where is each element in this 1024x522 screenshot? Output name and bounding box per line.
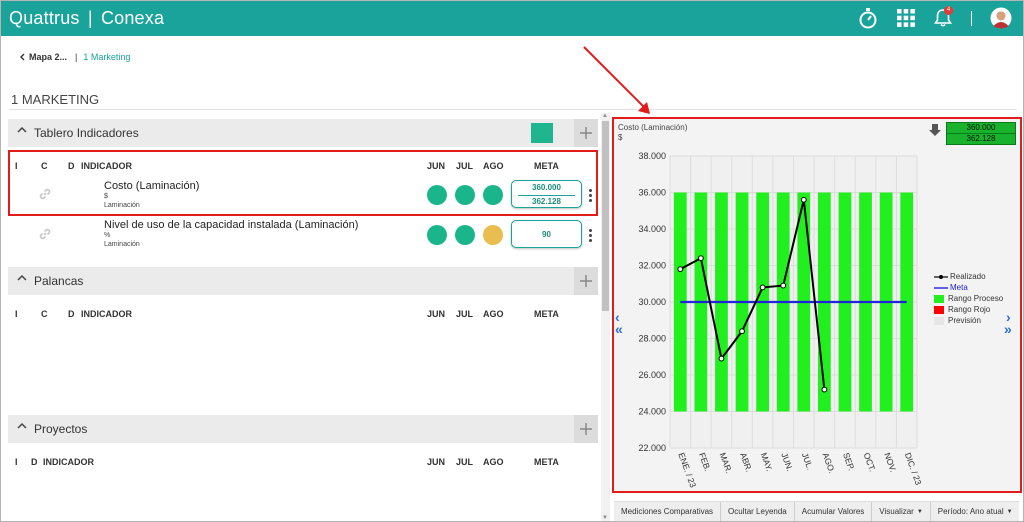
caret-down-icon: ▼ xyxy=(916,508,923,515)
brand-product: Conexa xyxy=(100,8,165,28)
accumulate-values-button[interactable]: Acumular Valores xyxy=(795,502,873,521)
indicator-name[interactable]: Nivel de uso de la capacidad instalada (… xyxy=(104,219,358,231)
status-dot-jul[interactable] xyxy=(455,225,475,245)
title-divider xyxy=(9,109,1017,110)
breadcrumb-separator: | xyxy=(75,52,78,62)
scroll-down-arrow-icon[interactable]: ▼ xyxy=(602,515,608,521)
section-header-tablero[interactable]: Tablero Indicadores xyxy=(8,119,598,147)
table-row[interactable]: Nivel de uso de la capacidad instalada (… xyxy=(1,216,601,252)
chevron-up-icon[interactable] xyxy=(17,274,27,282)
chevron-left-icon xyxy=(20,53,25,61)
add-button[interactable] xyxy=(574,267,598,295)
col-header-meta: META xyxy=(534,309,559,319)
add-button[interactable] xyxy=(574,119,598,147)
col-header-jul: JUL xyxy=(456,309,474,319)
top-bar: Quattrus | Conexa 4 xyxy=(1,1,1023,36)
chart-toolbar: Mediciones Comparativas Ocultar Leyenda … xyxy=(614,501,1019,521)
scroll-thumb[interactable] xyxy=(602,121,609,311)
page-title: 1 MARKETING xyxy=(11,92,100,107)
section-title: Palancas xyxy=(34,274,84,288)
breadcrumb-back-label: Mapa 2... xyxy=(29,52,68,62)
plus-icon xyxy=(580,275,592,287)
col-header-d: D xyxy=(31,457,38,467)
notification-bell-icon[interactable]: 4 xyxy=(931,6,955,30)
section-header-palancas[interactable]: Palancas xyxy=(8,267,598,295)
more-options-icon[interactable] xyxy=(589,229,593,244)
brand-name: Quattrus xyxy=(9,8,80,28)
vertical-scrollbar[interactable]: ▲ ▼ xyxy=(601,113,610,521)
hide-legend-button[interactable]: Ocultar Leyenda xyxy=(721,502,795,521)
chevron-up-icon[interactable] xyxy=(17,126,27,134)
status-dot-ago[interactable] xyxy=(483,225,503,245)
add-button[interactable] xyxy=(574,415,598,443)
visualize-dropdown[interactable]: Visualizar ▼ xyxy=(872,502,931,521)
highlight-frame xyxy=(612,117,1022,493)
breadcrumb-current[interactable]: 1 Marketing xyxy=(83,52,130,62)
annotation-arrow xyxy=(583,46,650,114)
col-header-d: D xyxy=(68,309,75,319)
apps-grid-icon[interactable] xyxy=(894,6,918,30)
col-header-indicador: INDICADOR xyxy=(81,309,132,319)
meta-value-box[interactable]: 90 xyxy=(511,220,582,248)
notification-badge: 4 xyxy=(944,6,953,15)
section-title: Proyectos xyxy=(34,422,88,436)
comparative-measurements-button[interactable]: Mediciones Comparativas xyxy=(614,502,722,521)
col-header-meta: META xyxy=(534,457,559,467)
status-dot-jun[interactable] xyxy=(427,225,447,245)
link-icon[interactable] xyxy=(38,227,52,241)
color-indicator[interactable] xyxy=(531,123,553,143)
col-header-jun: JUN xyxy=(427,309,446,319)
col-header-jul: JUL xyxy=(456,457,474,467)
visualize-label: Visualizar xyxy=(879,507,914,516)
brand-separator: | xyxy=(87,8,93,28)
highlight-frame xyxy=(8,150,598,216)
indicator-category: Laminación xyxy=(104,241,140,248)
plus-icon xyxy=(580,127,592,139)
section-header-proyectos[interactable]: Proyectos xyxy=(8,415,598,443)
col-header-jun: JUN xyxy=(427,457,446,467)
col-header-ago: AGO xyxy=(483,309,504,319)
plus-icon xyxy=(580,423,592,435)
topbar-divider xyxy=(971,11,972,26)
chevron-up-icon[interactable] xyxy=(17,422,27,430)
app-brand[interactable]: Quattrus | Conexa xyxy=(9,8,164,29)
period-dropdown[interactable]: Período: Ano atual ▼ xyxy=(931,502,1020,521)
user-avatar[interactable] xyxy=(989,6,1013,30)
col-header-ago: AGO xyxy=(483,457,504,467)
col-header-c: C xyxy=(41,309,48,319)
meta-target: 90 xyxy=(542,230,551,239)
breadcrumb: Mapa 2... | 1 Marketing xyxy=(19,52,130,62)
stopwatch-icon[interactable] xyxy=(856,6,880,30)
period-label: Período: Ano atual xyxy=(937,507,1004,516)
col-header-i: I xyxy=(15,309,18,319)
col-header-i: I xyxy=(15,457,18,467)
caret-down-icon: ▼ xyxy=(1006,508,1013,515)
col-header-indicador: INDICADOR xyxy=(43,457,94,467)
indicator-unit: % xyxy=(104,232,111,239)
breadcrumb-back-link[interactable]: Mapa 2... xyxy=(19,52,67,62)
section-title: Tablero Indicadores xyxy=(34,126,139,140)
